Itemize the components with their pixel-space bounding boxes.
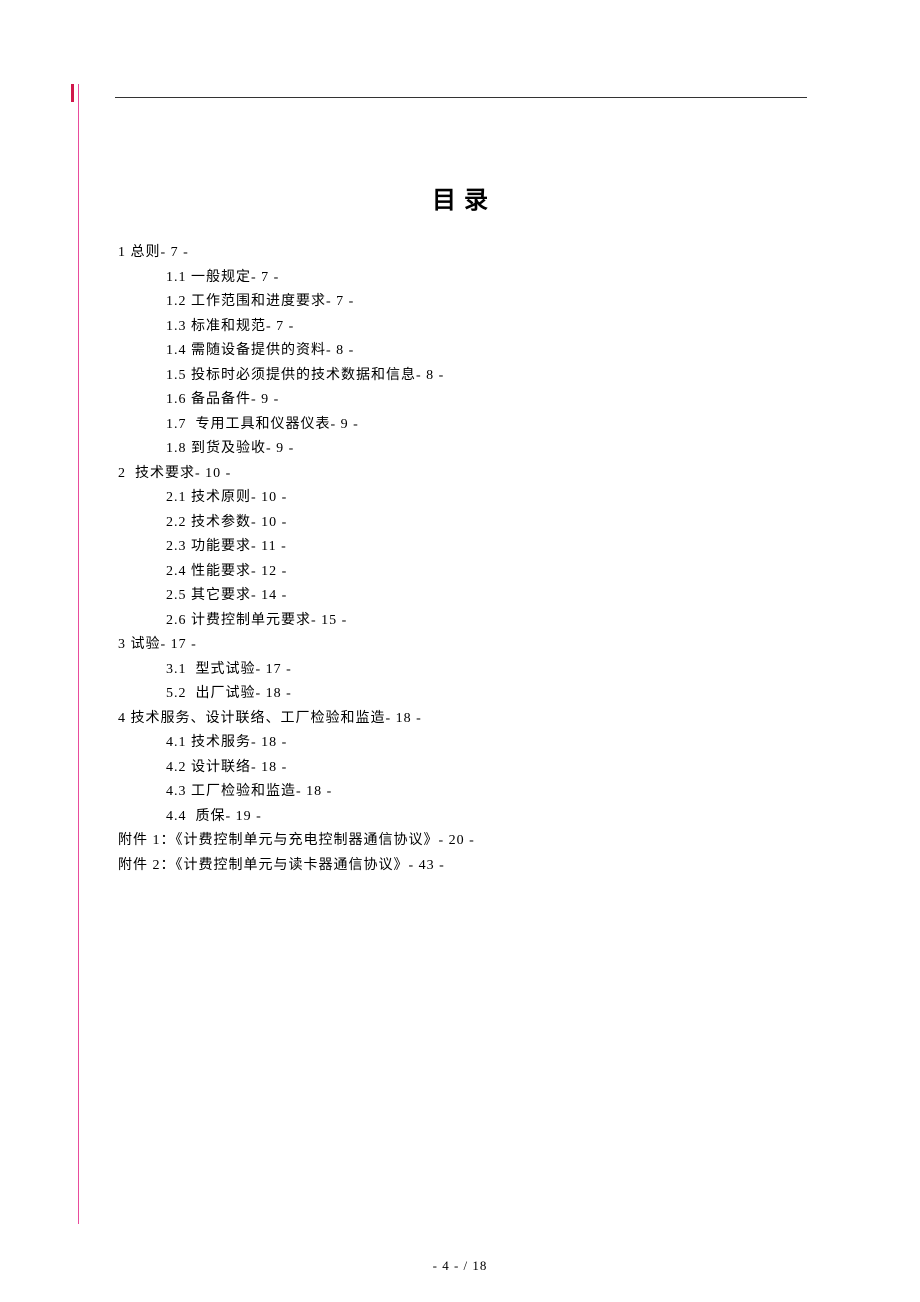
toc-entry: 4.2 设计联络- 18 - <box>118 756 810 781</box>
cursor-indicator <box>71 84 74 102</box>
toc-entry: 3.1 型式试验- 17 - <box>118 658 810 683</box>
toc-entry: 1.6 备品备件- 9 - <box>118 388 810 413</box>
toc-container: 1 总则- 7 -1.1 一般规定- 7 -1.2 工作范围和进度要求- 7 -… <box>118 241 810 878</box>
toc-entry: 1.3 标准和规范- 7 - <box>118 315 810 340</box>
toc-entry: 2.5 其它要求- 14 - <box>118 584 810 609</box>
toc-entry: 2 技术要求- 10 - <box>118 462 810 487</box>
toc-entry: 1.8 到货及验收- 9 - <box>118 437 810 462</box>
document-content: 目录 1 总则- 7 -1.1 一般规定- 7 -1.2 工作范围和进度要求- … <box>118 180 810 878</box>
page-footer: - 4 - / 18 <box>0 1258 920 1274</box>
toc-entry: 1.4 需随设备提供的资料- 8 - <box>118 339 810 364</box>
toc-entry: 1 总则- 7 - <box>118 241 810 266</box>
toc-entry: 附件 2：《计费控制单元与读卡器通信协议》- 43 - <box>118 854 810 879</box>
header-dotted-segment: . . . . . . . . . . . . . . . . . . . . … <box>338 92 698 95</box>
toc-entry: 3 试验- 17 - <box>118 633 810 658</box>
toc-entry: 5.2 出厂试验- 18 - <box>118 682 810 707</box>
toc-entry: 4 技术服务、设计联络、工厂检验和监造- 18 - <box>118 707 810 732</box>
toc-entry: 2.2 技术参数- 10 - <box>118 511 810 536</box>
toc-entry: 2.6 计费控制单元要求- 15 - <box>118 609 810 634</box>
left-margin-line <box>78 84 79 1224</box>
toc-entry: 2.3 功能要求- 11 - <box>118 535 810 560</box>
header-rule <box>115 97 807 98</box>
toc-entry: 2.1 技术原则- 10 - <box>118 486 810 511</box>
toc-entry: 1.1 一般规定- 7 - <box>118 266 810 291</box>
toc-entry: 4.4 质保- 19 - <box>118 805 810 830</box>
toc-entry: 1.7 专用工具和仪器仪表- 9 - <box>118 413 810 438</box>
toc-entry: 1.2 工作范围和进度要求- 7 - <box>118 290 810 315</box>
toc-entry: 2.4 性能要求- 12 - <box>118 560 810 585</box>
toc-entry: 附件 1：《计费控制单元与充电控制器通信协议》- 20 - <box>118 829 810 854</box>
toc-title: 目录 <box>118 180 810 215</box>
toc-entry: 1.5 投标时必须提供的技术数据和信息- 8 - <box>118 364 810 389</box>
toc-entry: 4.3 工厂检验和监造- 18 - <box>118 780 810 805</box>
toc-entry: 4.1 技术服务- 18 - <box>118 731 810 756</box>
